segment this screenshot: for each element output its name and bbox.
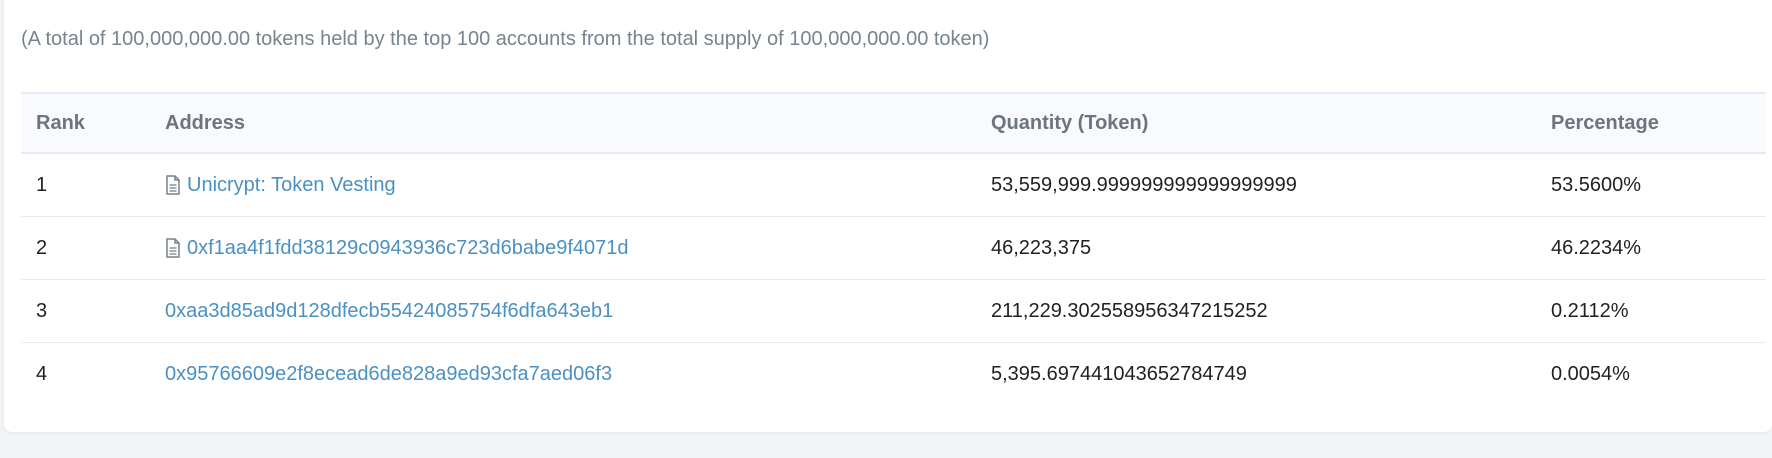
holders-card: (A total of 100,000,000.00 tokens held b… xyxy=(4,0,1772,432)
table-row: 1 Unicrypt: Token Vesting 53,559,999.999… xyxy=(21,154,1766,217)
percentage-cell: 0.2112% xyxy=(1551,299,1629,322)
address-cell: 0x95766609e2f8ecead6de828a9ed93cfa7aed06… xyxy=(165,363,612,386)
holders-table: Rank Address Quantity (Token) Percentage… xyxy=(21,92,1766,406)
document-icon xyxy=(166,175,180,195)
quantity-cell: 46,223,375 xyxy=(991,236,1092,259)
holders-summary: (A total of 100,000,000.00 tokens held b… xyxy=(21,28,990,50)
table-header: Rank Address Quantity (Token) Percentage xyxy=(21,92,1766,154)
column-header-percentage: Percentage xyxy=(1551,111,1659,134)
rank-cell: 1 xyxy=(36,173,48,196)
percentage-cell: 46.2234% xyxy=(1551,236,1642,259)
rank-cell: 4 xyxy=(36,363,48,385)
column-header-rank: Rank xyxy=(36,111,85,134)
percentage-cell: 0.0054% xyxy=(1551,363,1630,385)
address-cell: 0xf1aa4f1fdd38129c0943936c723d6babe9f407… xyxy=(165,237,629,260)
rank-cell: 3 xyxy=(36,299,48,322)
address-link[interactable]: Unicrypt: Token Vesting xyxy=(187,174,396,197)
table-row: 4 0x95766609e2f8ecead6de828a9ed93cfa7aed… xyxy=(21,343,1766,406)
percentage-cell: 53.5600% xyxy=(1551,173,1642,196)
address-link[interactable]: 0xaa3d85ad9d128dfecb55424085754f6dfa643e… xyxy=(165,300,613,323)
address-link[interactable]: 0xf1aa4f1fdd38129c0943936c723d6babe9f407… xyxy=(187,237,629,260)
quantity-cell: 211,229.302558956347215252 xyxy=(991,299,1268,322)
quantity-cell: 5,395.697441043652784749 xyxy=(991,363,1247,385)
address-cell: 0xaa3d85ad9d128dfecb55424085754f6dfa643e… xyxy=(165,300,613,323)
address-link[interactable]: 0x95766609e2f8ecead6de828a9ed93cfa7aed06… xyxy=(165,363,612,386)
column-header-quantity: Quantity (Token) xyxy=(991,111,1149,134)
rank-cell: 2 xyxy=(36,236,48,259)
quantity-cell: 53,559,999.999999999999999999 xyxy=(991,173,1297,196)
column-header-address: Address xyxy=(165,111,246,134)
document-icon xyxy=(166,238,180,258)
address-cell: Unicrypt: Token Vesting xyxy=(165,174,396,197)
table-row: 3 0xaa3d85ad9d128dfecb55424085754f6dfa64… xyxy=(21,280,1766,343)
table-row: 2 0xf1aa4f1fdd38129c0943936c723d6babe9f4… xyxy=(21,217,1766,280)
